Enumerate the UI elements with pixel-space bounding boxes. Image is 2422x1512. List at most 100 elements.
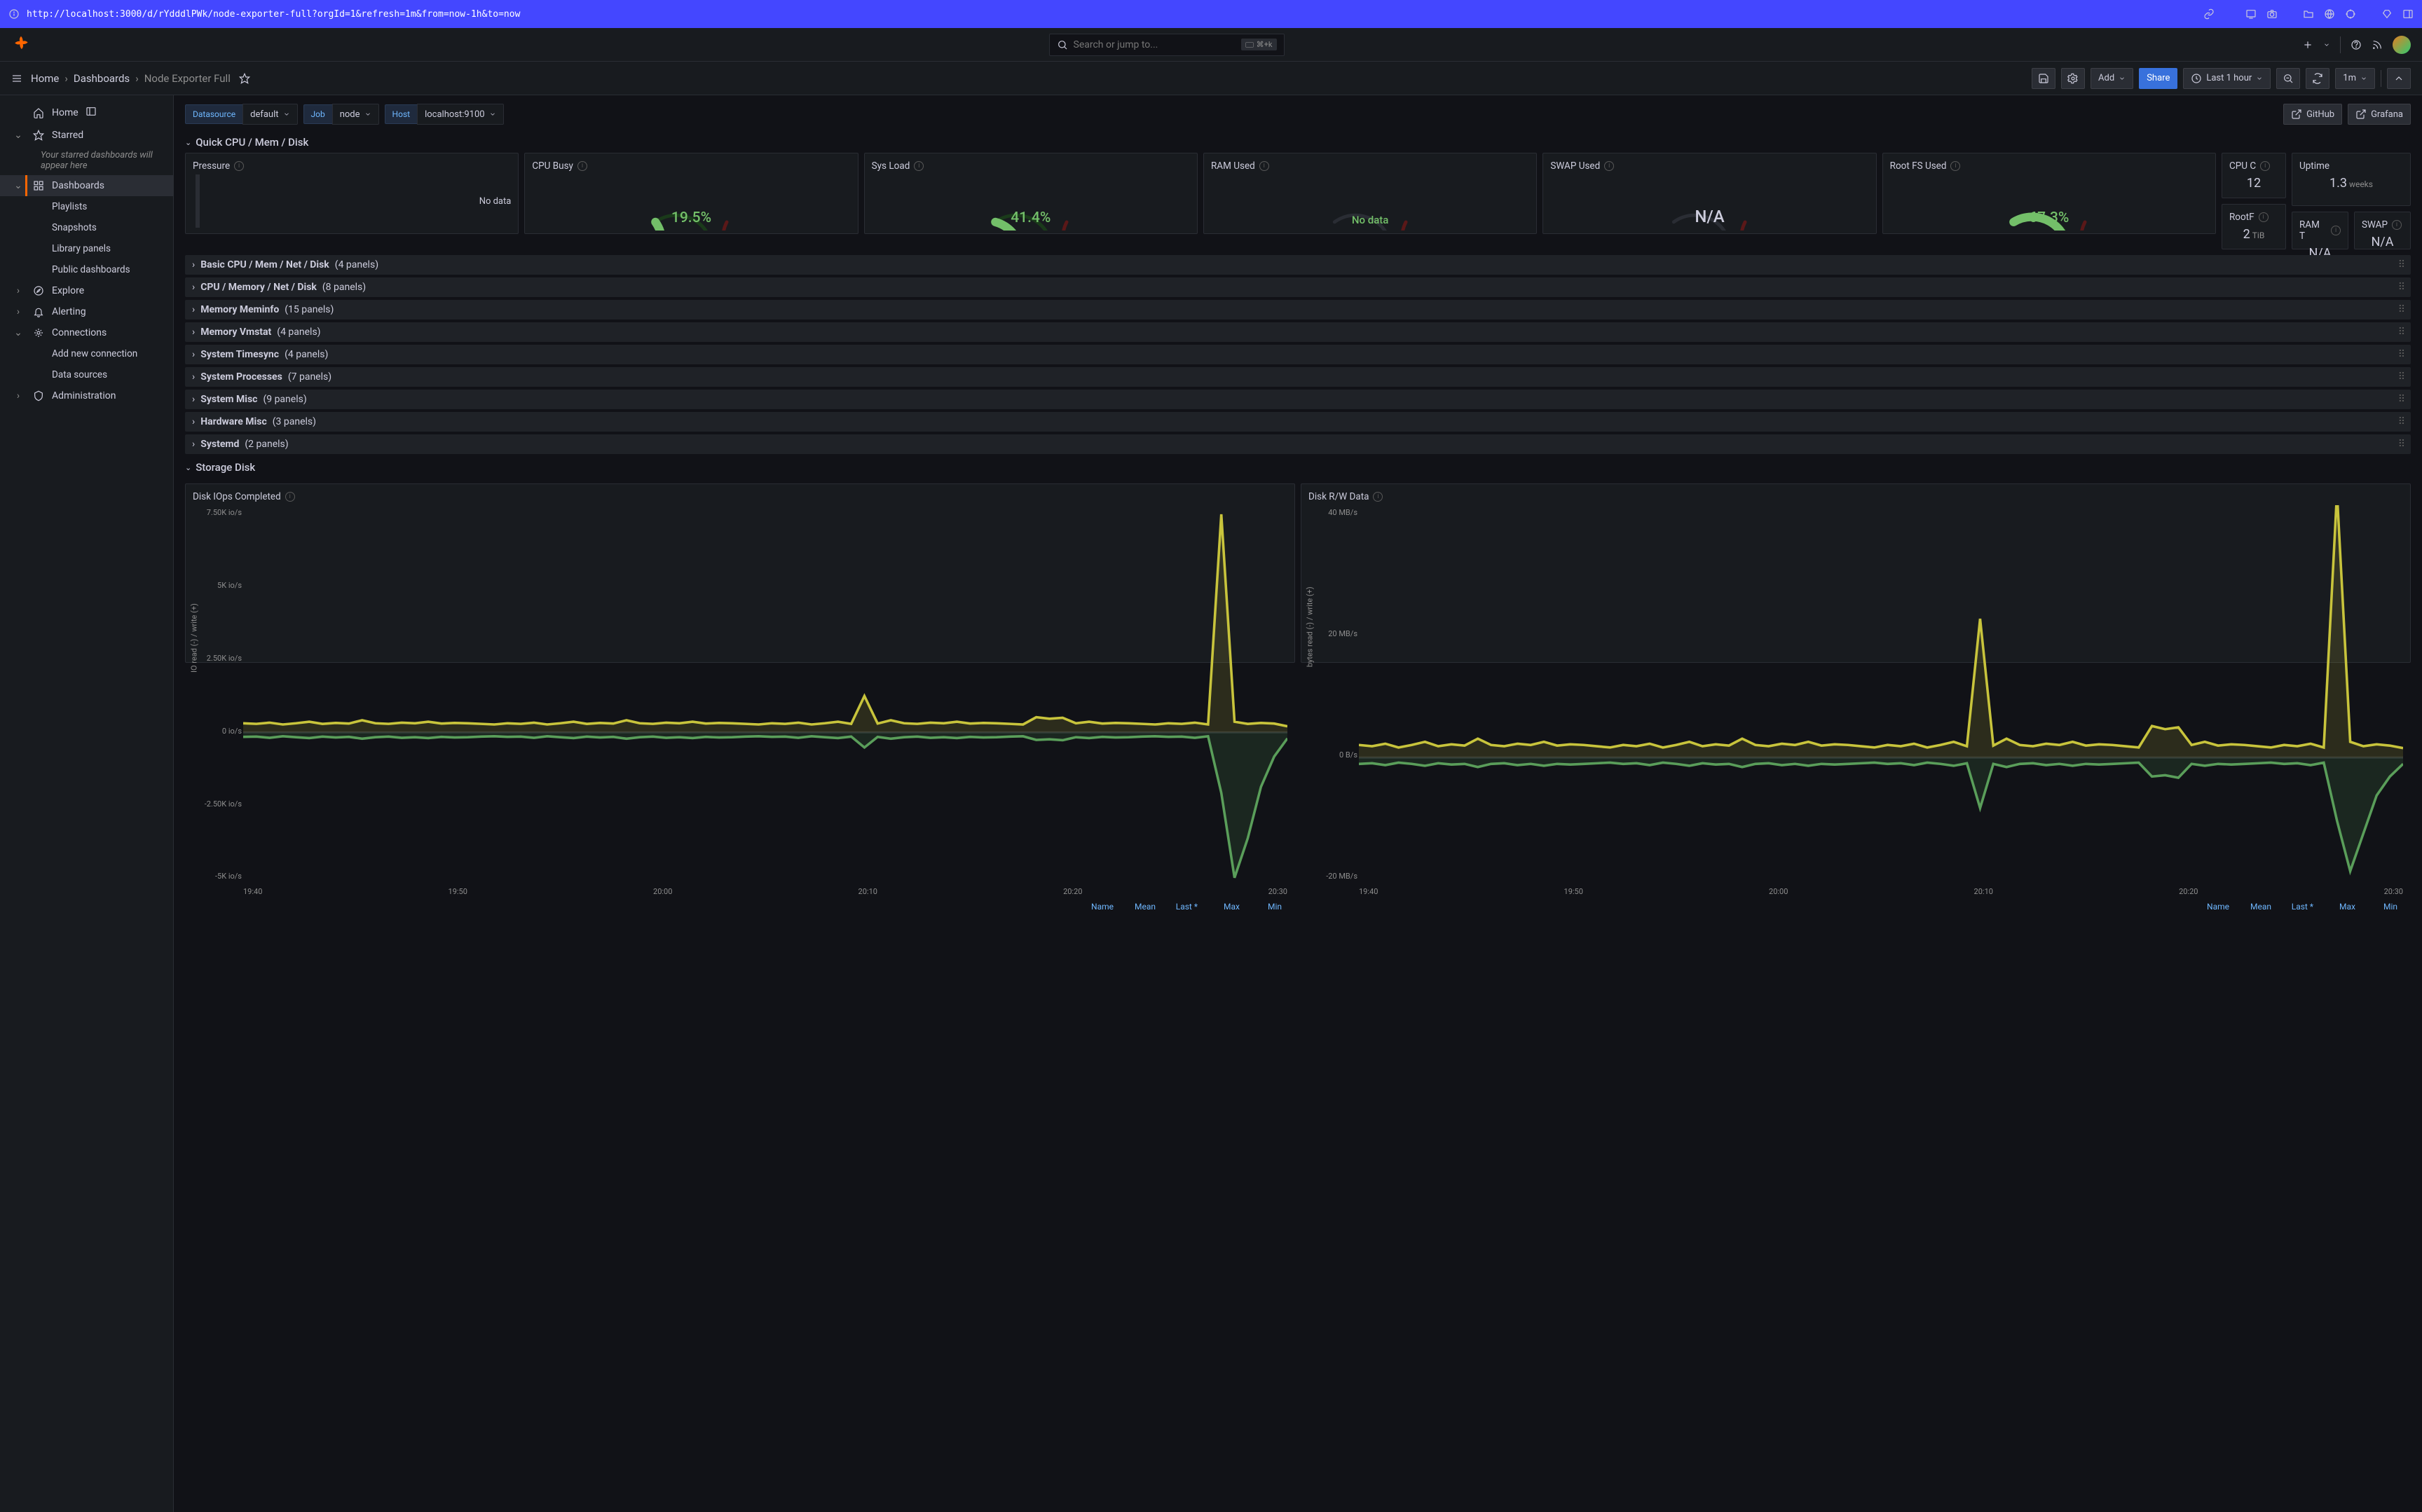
breadcrumb-dashboards[interactable]: Dashboards [74, 72, 130, 85]
camera-icon[interactable] [2266, 8, 2278, 20]
drag-handle-icon[interactable]: ⠿ [2398, 304, 2405, 315]
breadcrumb-home[interactable]: Home [31, 72, 59, 85]
panel-swap-used[interactable]: SWAP Usedi N/A [1542, 153, 1876, 234]
target-icon[interactable] [2345, 8, 2356, 20]
chevron-down-icon [2119, 73, 2126, 84]
collapse-button[interactable] [2387, 68, 2411, 89]
section-systemd[interactable]: ›Systemd(2 panels)⠿ [185, 434, 2411, 454]
grafana-logo-icon[interactable] [11, 35, 31, 55]
screen-icon[interactable] [2245, 8, 2257, 20]
section-vmstat[interactable]: ›Memory Vmstat(4 panels)⠿ [185, 322, 2411, 342]
info-icon: i [1950, 161, 1960, 171]
panel-disk-iops[interactable]: Disk IOps Completedi IO read (-) / write… [185, 483, 1295, 663]
section-storage[interactable]: ⌄Storage Disk [185, 457, 2411, 478]
star-icon[interactable] [239, 73, 250, 84]
bell-icon [33, 306, 44, 317]
drag-handle-icon[interactable]: ⠿ [2398, 439, 2405, 450]
breadcrumb-current: Node Exporter Full [144, 72, 231, 85]
drag-handle-icon[interactable]: ⠿ [2398, 371, 2405, 383]
panel-sys-load[interactable]: Sys Loadi 41.4% [864, 153, 1198, 234]
menu-icon[interactable] [11, 73, 22, 84]
chevron-down-icon [364, 109, 371, 120]
url-text[interactable]: http://localhost:3000/d/rYdddlPWk/node-e… [27, 9, 2196, 20]
user-avatar[interactable] [2393, 36, 2411, 54]
drag-handle-icon[interactable]: ⠿ [2398, 259, 2405, 270]
info-icon: i [2392, 220, 2402, 230]
search-input[interactable] [1074, 39, 1236, 50]
star-icon [33, 130, 44, 141]
nav-playlists[interactable]: Playlists [0, 196, 173, 217]
keyboard-shortcut: ⌘+k [1241, 39, 1277, 50]
zoom-out-button[interactable] [2276, 68, 2300, 89]
panel-cpu-cores[interactable]: CPU Ci 12 [2222, 153, 2286, 198]
folder-icon[interactable] [2303, 8, 2314, 20]
link-icon[interactable] [2203, 8, 2215, 20]
refresh-button[interactable] [2306, 68, 2329, 89]
drag-handle-icon[interactable]: ⠿ [2398, 282, 2405, 293]
help-icon[interactable] [2351, 39, 2362, 50]
section-hardware[interactable]: ›Hardware Misc(3 panels)⠿ [185, 412, 2411, 432]
section-processes[interactable]: ›System Processes(7 panels)⠿ [185, 367, 2411, 387]
section-meminfo[interactable]: ›Memory Meminfo(15 panels)⠿ [185, 300, 2411, 319]
section-cpumem[interactable]: ›CPU / Memory / Net / Disk(8 panels)⠿ [185, 277, 2411, 297]
section-basic[interactable]: ›Basic CPU / Mem / Net / Disk(4 panels)⠿ [185, 255, 2411, 275]
chevron-up-icon [2393, 73, 2404, 84]
timerange-button[interactable]: Last 1 hour [2183, 68, 2271, 89]
nav-dashboards[interactable]: ⌄Dashboards [0, 175, 173, 196]
nav-explore[interactable]: ›Explore [0, 280, 173, 301]
nav-connections[interactable]: ⌄Connections [0, 322, 173, 343]
rss-icon[interactable] [2372, 39, 2383, 50]
var-datasource-value[interactable]: default [242, 104, 297, 125]
add-button[interactable]: Add [2091, 68, 2133, 89]
section-misc[interactable]: ›System Misc(9 panels)⠿ [185, 390, 2411, 409]
dashboard-content: Datasource default Job node Host localho… [174, 95, 2422, 1512]
drag-handle-icon[interactable]: ⠿ [2398, 416, 2405, 427]
var-job-value[interactable]: node [332, 104, 379, 125]
save-button[interactable] [2032, 68, 2055, 89]
panel-rootfs-used[interactable]: Root FS Usedi 67.3% [1882, 153, 2216, 234]
info-icon: i [914, 161, 924, 171]
panel-cpu-busy[interactable]: CPU Busyi 19.5% [524, 153, 858, 234]
section-quick[interactable]: ⌄Quick CPU / Mem / Disk [185, 132, 2411, 153]
github-link[interactable]: GitHub [2283, 104, 2342, 125]
nav-addconn[interactable]: Add new connection [0, 343, 173, 364]
dashboard-toolbar: Home › Dashboards › Node Exporter Full A… [0, 62, 2422, 95]
dock-icon[interactable] [85, 106, 97, 117]
settings-button[interactable] [2061, 68, 2085, 89]
plus-icon[interactable] [2302, 39, 2313, 50]
diamond-icon[interactable] [2381, 8, 2393, 20]
variable-bar: Datasource default Job node Host localho… [185, 104, 2411, 125]
plug-icon [33, 327, 44, 338]
panel-ram-total[interactable]: RAM Ti N/A [2292, 212, 2348, 249]
info-icon [8, 8, 20, 20]
panel-icon[interactable] [2402, 8, 2414, 20]
panel-ram-used[interactable]: RAM Usedi No data [1203, 153, 1537, 234]
globe-icon[interactable] [2324, 8, 2335, 20]
panel-swap-total[interactable]: SWAPi N/A [2354, 212, 2411, 249]
grafana-link[interactable]: Grafana [2348, 104, 2411, 125]
section-timesync[interactable]: ›System Timesync(4 panels)⠿ [185, 345, 2411, 364]
nav-datasources[interactable]: Data sources [0, 364, 173, 385]
search-box[interactable]: ⌘+k [1049, 34, 1285, 56]
nav-snapshots[interactable]: Snapshots [0, 217, 173, 238]
nav-admin[interactable]: ›Administration [0, 385, 173, 406]
panel-rootfs-total[interactable]: RootFi 2TiB [2222, 204, 2286, 249]
panel-pressure[interactable]: Pressurei No data [185, 153, 519, 234]
shield-icon [33, 390, 44, 401]
nav-library[interactable]: Library panels [0, 238, 173, 259]
var-host-value[interactable]: localhost:9100 [417, 104, 504, 125]
share-button[interactable]: Share [2139, 68, 2177, 89]
refresh-interval-button[interactable]: 1m [2335, 68, 2375, 89]
drag-handle-icon[interactable]: ⠿ [2398, 327, 2405, 338]
zoom-out-icon [2283, 73, 2294, 84]
nav-home[interactable]: Home [0, 101, 173, 125]
nav-starred[interactable]: ⌄Starred [0, 125, 173, 146]
panel-disk-rw[interactable]: Disk R/W Datai bytes read (-) / write (+… [1301, 483, 2411, 663]
nav-public[interactable]: Public dashboards [0, 259, 173, 280]
nav-alerting[interactable]: ›Alerting [0, 301, 173, 322]
chevron-down-icon[interactable] [2323, 39, 2330, 50]
panel-uptime[interactable]: Uptime 1.3weeks [2292, 153, 2411, 206]
drag-handle-icon[interactable]: ⠿ [2398, 394, 2405, 405]
drag-handle-icon[interactable]: ⠿ [2398, 349, 2405, 360]
search-icon [1057, 39, 1068, 50]
